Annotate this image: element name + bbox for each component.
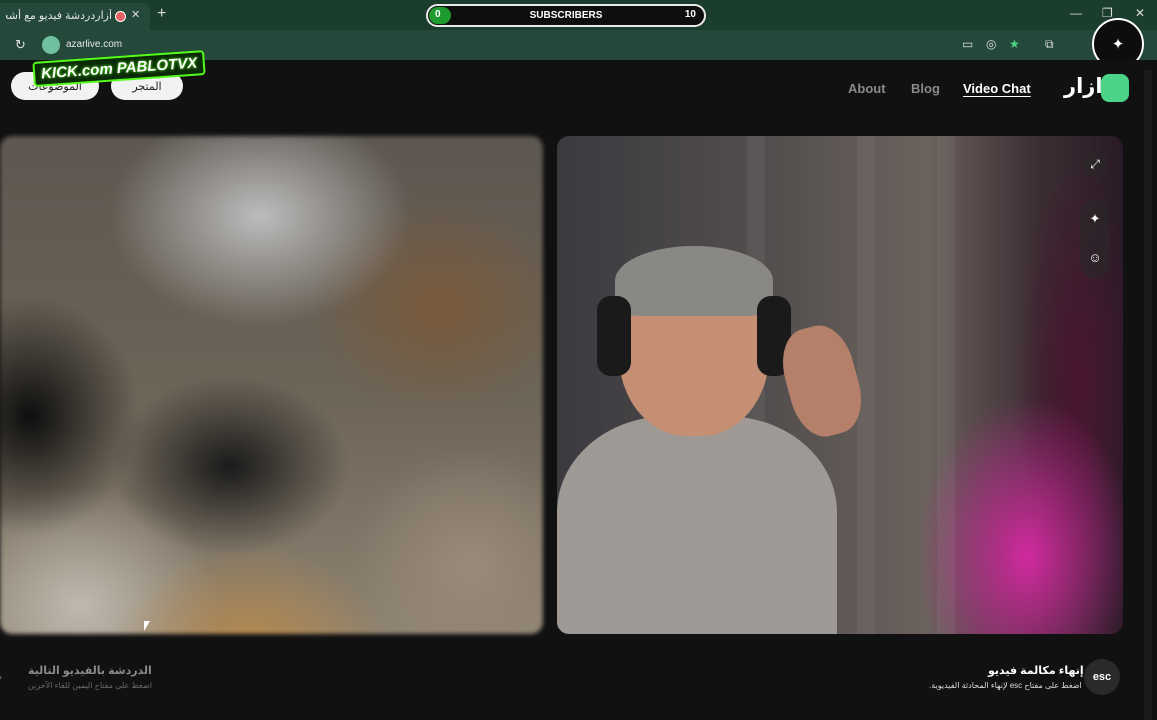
headphone-left <box>597 296 631 376</box>
minimize-button[interactable]: — <box>1070 6 1082 20</box>
brand-name[interactable]: ازار <box>1064 74 1103 99</box>
tab-title: أزاردردشة فيديو مع أشخاص <box>6 10 112 22</box>
azar-logo-icon[interactable] <box>1101 74 1129 102</box>
next-chat-title[interactable]: الدردشة بالفيديو التالية <box>28 664 152 677</box>
next-chat-hint: اضغط على مفتاح اليمين للقاء الآخرين <box>28 681 153 690</box>
person-beanie <box>615 246 773 316</box>
end-call-title[interactable]: إنهاء مكالمة فيديو <box>988 664 1084 677</box>
browser-tab[interactable]: أزاردردشة فيديو مع أشخاص ✕ <box>0 3 150 30</box>
page-scrollbar[interactable] <box>1144 70 1152 720</box>
esc-key-button[interactable]: esc <box>1084 659 1120 695</box>
nav-about[interactable]: About <box>848 81 886 96</box>
bookmark-star-icon[interactable]: ★ <box>1009 37 1020 51</box>
tab-favicon-icon <box>115 11 126 22</box>
subscribers-goal-bar: 0 SUBSCRIBERS 10 <box>426 4 706 27</box>
eagle-icon: ✦ <box>1111 36 1125 53</box>
site-info-icon[interactable] <box>42 36 60 54</box>
subscribers-goal: 10 <box>684 9 696 20</box>
mouse-cursor <box>144 621 150 631</box>
expand-icon[interactable]: ⤢ <box>1083 152 1107 176</box>
next-arrow-icon[interactable]: › <box>0 670 2 684</box>
cast-icon[interactable]: ▭ <box>962 37 973 51</box>
effects-wand-icon[interactable]: ✦ <box>1086 210 1104 228</box>
reload-icon[interactable]: ↻ <box>15 37 26 53</box>
extensions-icon[interactable]: ⧉ <box>1045 37 1054 52</box>
browser-tab-bar: أزاردردشة فيديو مع أشخاص ✕ + 0 SUBSCRIBE… <box>0 0 1157 30</box>
nav-blog[interactable]: Blog <box>911 81 940 96</box>
url-text[interactable]: azarlive.com <box>66 39 122 50</box>
nav-video-chat[interactable]: Video Chat <box>963 81 1031 96</box>
tab-close-icon[interactable]: ✕ <box>131 8 140 21</box>
close-window-button[interactable]: ✕ <box>1135 6 1145 20</box>
face-filter-icon[interactable]: ☺ <box>1086 248 1104 266</box>
partner-video-feed <box>557 136 1123 634</box>
new-tab-button[interactable]: + <box>157 5 166 23</box>
person-body <box>557 416 837 634</box>
my-video-feed <box>0 136 543 634</box>
hide-eye-icon[interactable]: ◎ <box>986 37 996 51</box>
subscribers-label: SUBSCRIBERS <box>529 10 603 21</box>
curtain-fold <box>857 136 875 634</box>
curtain-fold <box>937 136 955 634</box>
video-tools-panel: ✦ ☺ <box>1080 200 1110 278</box>
end-call-hint: اضغط على مفتاح esc لإنهاء المحادثة الفيد… <box>929 681 1082 690</box>
person-hand <box>773 318 871 444</box>
